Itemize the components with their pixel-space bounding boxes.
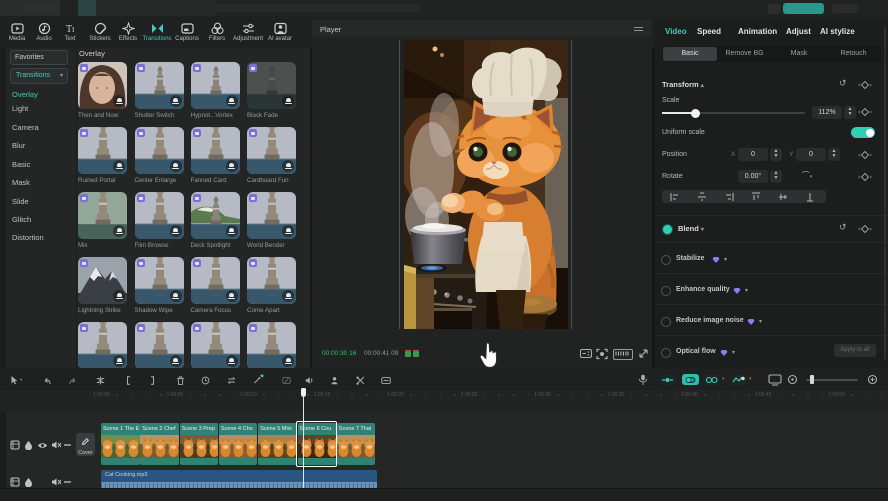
svg-text:I: I — [72, 26, 75, 34]
